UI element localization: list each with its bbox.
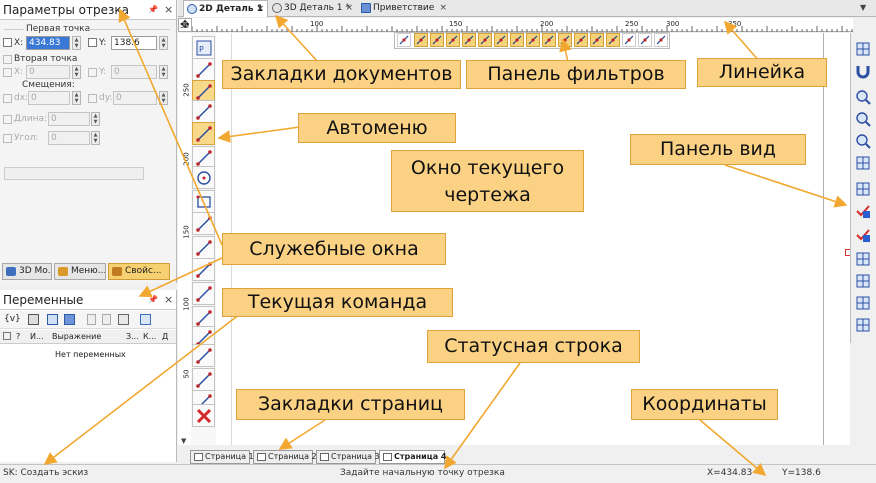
callout-view-panel: Панель вид bbox=[630, 134, 806, 165]
callout-status-line: Статусная строка bbox=[427, 330, 640, 363]
arrow-service-windows-1 bbox=[118, 8, 223, 246]
arrow-ruler bbox=[723, 20, 761, 63]
callout-coordinates: Координаты bbox=[631, 389, 778, 420]
callout-doc-tabs: Закладки документов bbox=[222, 60, 461, 89]
callout-filter-panel: Панель фильтров bbox=[466, 60, 686, 89]
arrow-doc-tabs bbox=[274, 14, 319, 63]
arrow-page-tabs bbox=[278, 419, 326, 450]
arrow-automenu bbox=[217, 126, 301, 143]
arrow-current-command bbox=[43, 313, 241, 465]
callout-service-windows: Служебные окна bbox=[222, 233, 446, 265]
arrow-coordinates bbox=[699, 419, 767, 477]
callout-drawing-window: Окно текущего чертежа bbox=[391, 150, 584, 212]
arrow-service-windows-2 bbox=[138, 257, 223, 298]
callout-current-command: Текущая команда bbox=[222, 288, 453, 317]
arrow-filters bbox=[559, 38, 572, 63]
callout-page-tabs: Закладки страниц bbox=[236, 389, 465, 420]
callout-ruler: Линейка bbox=[697, 58, 827, 87]
arrow-view-panel bbox=[724, 164, 848, 208]
callout-automenu: Автоменю bbox=[298, 113, 456, 143]
